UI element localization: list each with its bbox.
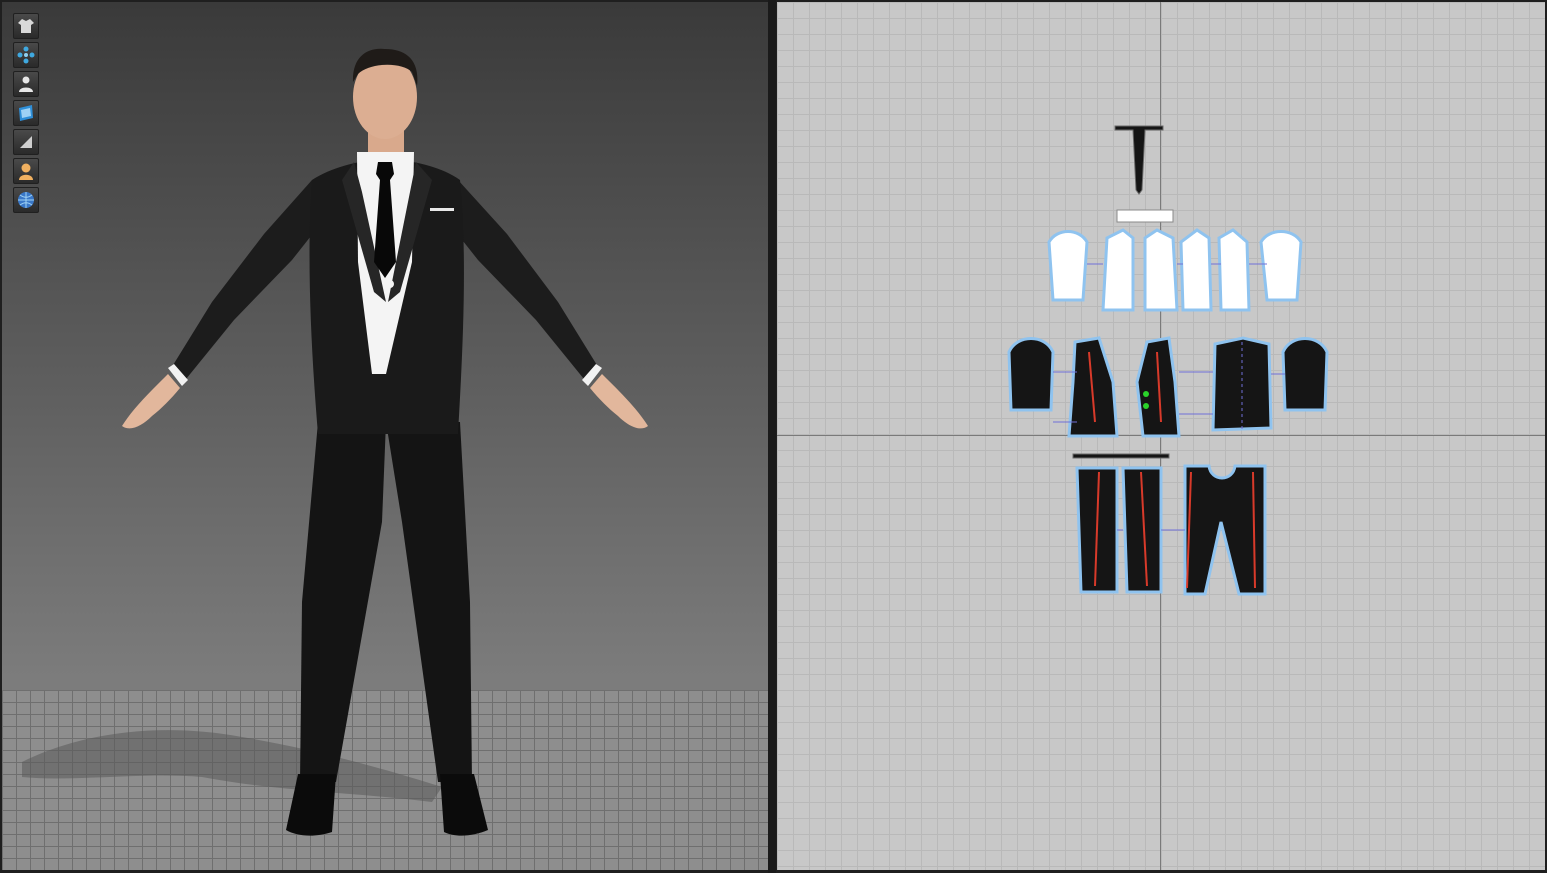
2d-pattern-viewport[interactable] bbox=[777, 2, 1545, 870]
left-hand bbox=[122, 374, 180, 429]
pattern-shirt-front-right[interactable] bbox=[1143, 228, 1179, 312]
tool-light[interactable] bbox=[13, 129, 39, 155]
left-pant-leg bbox=[300, 422, 386, 782]
pattern-tie[interactable] bbox=[1114, 125, 1164, 195]
pattern-shirt-sleeve-left[interactable] bbox=[1047, 230, 1089, 302]
globe-icon bbox=[18, 192, 34, 208]
jacket-button bbox=[386, 280, 394, 288]
tool-simulation[interactable] bbox=[13, 42, 39, 68]
right-shoe bbox=[440, 774, 488, 836]
pattern-collar[interactable] bbox=[1116, 209, 1174, 223]
tool-texture[interactable] bbox=[13, 100, 39, 126]
tool-environment[interactable] bbox=[13, 187, 39, 213]
skin-icon bbox=[19, 163, 33, 180]
pattern-shirt-back-left[interactable] bbox=[1179, 228, 1213, 312]
pin-point[interactable] bbox=[1143, 391, 1149, 397]
right-pant-leg bbox=[386, 422, 472, 782]
pocket-square bbox=[430, 208, 454, 211]
tool-garment[interactable] bbox=[13, 13, 39, 39]
tool-avatar[interactable] bbox=[13, 71, 39, 97]
pattern-waistband[interactable] bbox=[1072, 453, 1170, 459]
pattern-shirt-sleeve-right[interactable] bbox=[1259, 230, 1303, 302]
texture-icon bbox=[19, 105, 33, 121]
viewport-divider[interactable] bbox=[768, 0, 776, 873]
pin-point[interactable] bbox=[1143, 403, 1149, 409]
tool-skin[interactable] bbox=[13, 158, 39, 184]
light-icon bbox=[20, 136, 32, 148]
pattern-shirt-back-right[interactable] bbox=[1217, 228, 1251, 312]
left-sleeve bbox=[170, 180, 322, 384]
3d-viewport[interactable] bbox=[2, 2, 768, 870]
avatar-shadow bbox=[22, 730, 442, 802]
avatar-icon bbox=[19, 76, 33, 92]
pattern-jacket-sleeve-left[interactable] bbox=[1007, 337, 1055, 412]
right-hand bbox=[590, 374, 648, 429]
side-toolbar bbox=[13, 13, 41, 213]
pattern-jacket-sleeve-right[interactable] bbox=[1281, 337, 1329, 412]
right-sleeve bbox=[448, 180, 600, 384]
simulation-icon bbox=[17, 46, 35, 64]
pattern-shirt-front-left[interactable] bbox=[1101, 228, 1135, 312]
pattern-layout[interactable] bbox=[777, 2, 1545, 870]
garment-icon bbox=[18, 19, 34, 33]
avatar-scene[interactable] bbox=[2, 2, 768, 870]
jacket-button bbox=[386, 328, 394, 336]
